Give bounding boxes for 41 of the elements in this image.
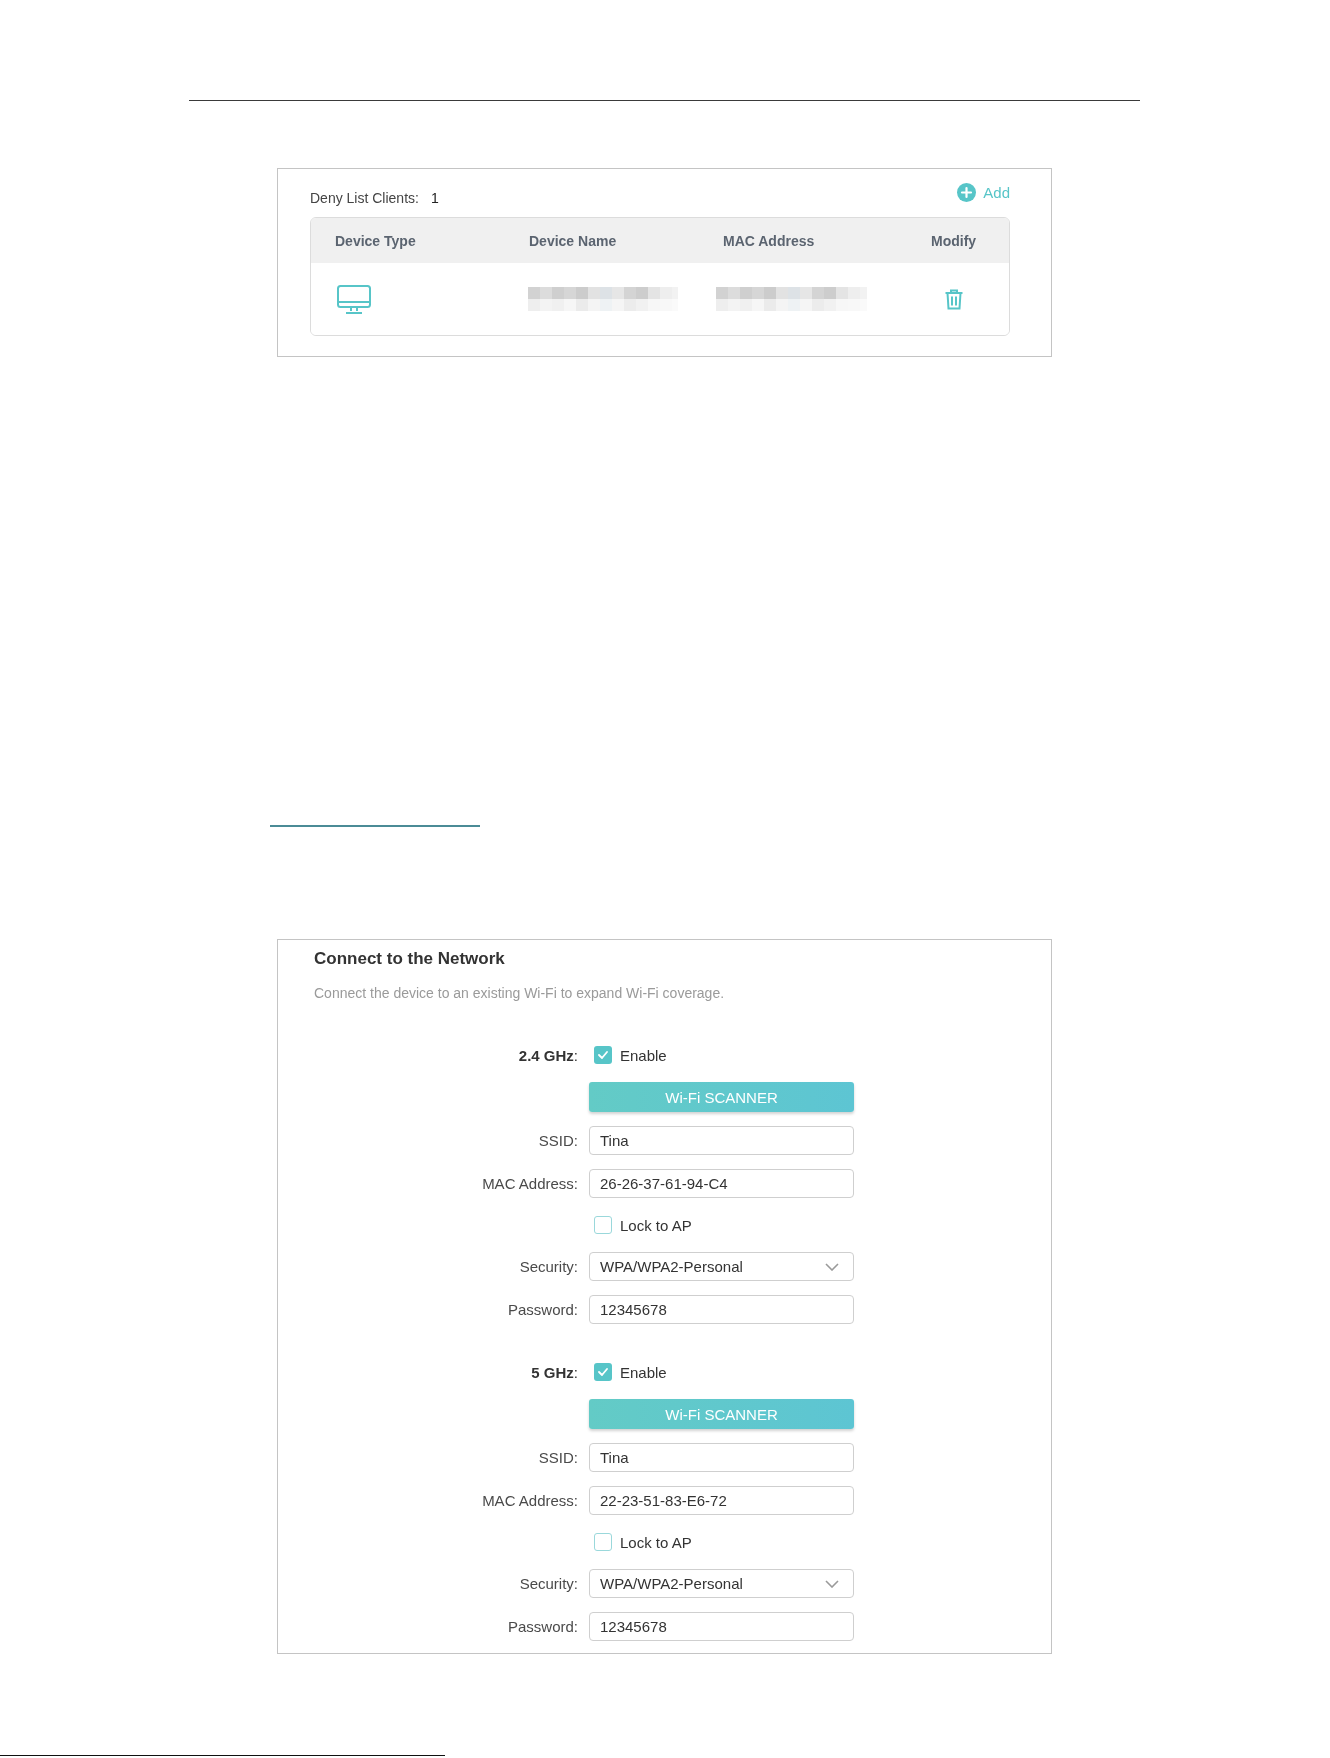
band-label: 2.4 GHz: [518, 1046, 578, 1064]
card-title: Connect to the Network [314, 948, 506, 970]
column-header: MAC Address [722, 232, 816, 249]
text-field[interactable]: 12345678 [589, 1612, 854, 1641]
add-icon [957, 183, 977, 202]
dropdown-field[interactable]: WPA/WPA2-Personal [589, 1569, 854, 1598]
field-label: Password: [507, 1301, 578, 1318]
text-field[interactable]: Tina [589, 1443, 854, 1472]
checkbox-label[interactable]: Enable [620, 1046, 667, 1064]
field-label: MAC Address: [482, 1175, 578, 1192]
column-header: Device Name [528, 232, 618, 249]
dropdown-field[interactable]: WPA/WPA2-Personal [589, 1252, 854, 1281]
checkbox-label[interactable]: Lock to AP [620, 1533, 692, 1551]
text-field[interactable]: 26-26-37-61-94-C4 [589, 1169, 854, 1198]
client-count: 1 [430, 190, 439, 206]
monitor-icon [337, 284, 371, 314]
column-header: Device Type [334, 232, 417, 249]
check-icon [598, 1368, 608, 1376]
checkbox-label[interactable]: Enable [620, 1363, 667, 1381]
chevron-down-icon [825, 1262, 839, 1271]
trash-icon[interactable] [945, 288, 963, 310]
field-label: SSID: [538, 1132, 578, 1149]
text-field[interactable]: Tina [589, 1126, 854, 1155]
field-label: SSID: [538, 1449, 578, 1466]
field-label: Security: [519, 1575, 578, 1592]
checkbox[interactable] [594, 1363, 612, 1381]
card-description: Connect the device to an existing Wi-Fi to expand Wi-Fi coverage. [314, 984, 726, 1002]
column-header: Modify [930, 232, 978, 249]
field-label: MAC Address: [482, 1492, 578, 1509]
checkbox[interactable] [594, 1046, 612, 1064]
client-count-label: Deny List Clients: [310, 190, 419, 206]
chevron-down-icon [825, 1579, 839, 1588]
field-label: Security: [519, 1258, 578, 1275]
checkbox-label[interactable]: Lock to AP [620, 1216, 692, 1234]
text-field[interactable]: 22-23-51-83-E6-72 [589, 1486, 854, 1515]
field-label: Password: [507, 1618, 578, 1635]
checkbox[interactable] [594, 1216, 612, 1234]
band-label: 5 GHz: [531, 1363, 578, 1381]
text-field[interactable]: 12345678 [589, 1295, 854, 1324]
checkbox[interactable] [594, 1533, 612, 1551]
check-icon [598, 1051, 608, 1059]
